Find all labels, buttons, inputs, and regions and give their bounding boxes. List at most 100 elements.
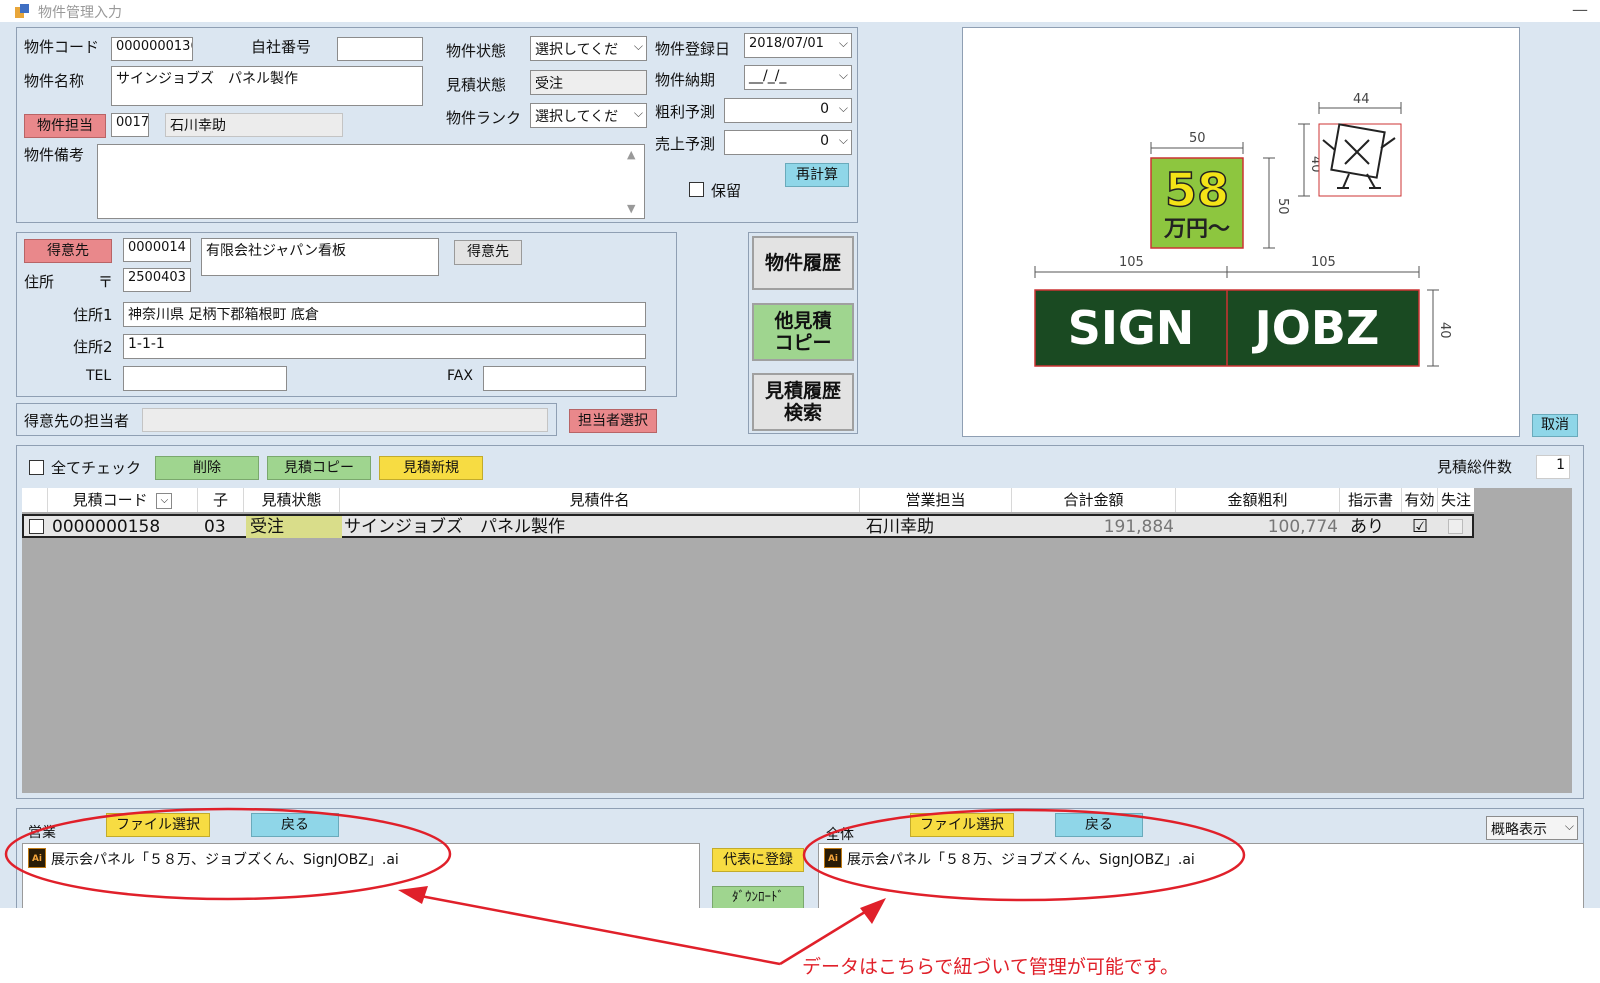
sales-forecast-select[interactable]: 0 ⌵	[724, 130, 852, 155]
property-code-label: 物件コード	[24, 38, 100, 56]
price-number: 58	[1165, 163, 1229, 217]
registration-date-label: 物件登録日	[655, 40, 731, 58]
all-file-list: Ai 展示会パネル「５８万、ジョブズくん、SignJOBZ」.ai	[818, 843, 1584, 908]
all-files-label: 全体	[826, 827, 854, 843]
price-unit: 万円～	[1163, 217, 1230, 242]
dim-44: 44	[1353, 92, 1370, 107]
address1-field[interactable]: 神奈川県 足柄下郡箱根町 底倉	[123, 302, 646, 327]
scroll-up-icon[interactable]: ▲	[627, 148, 635, 161]
property-name-field[interactable]: サインジョブズ パネル製作	[111, 66, 423, 106]
dim-105-right: 105	[1311, 255, 1336, 270]
register-representative-button[interactable]: 代表に登録	[712, 848, 804, 872]
delivery-date-picker[interactable]: __/_/_ ⌵	[744, 65, 852, 90]
scroll-down-icon[interactable]: ▼	[627, 202, 635, 215]
estimate-new-button[interactable]: 見積新規	[379, 456, 483, 480]
customer-name-field[interactable]: 有限会社ジャパン看板	[201, 238, 439, 276]
grid-header-sales: 営業担当	[860, 488, 1012, 512]
table-row[interactable]: 0000000158 03 受注 サインジョブズ パネル製作 石川幸助 191,…	[22, 514, 1474, 538]
contact-select-button[interactable]: 担当者選択	[569, 409, 657, 433]
grid-header-lost: 失注	[1438, 488, 1474, 512]
property-rank-label: 物件ランク	[446, 109, 522, 127]
zip-field[interactable]: 2500403	[123, 268, 191, 292]
app-icon	[15, 4, 29, 18]
logo-text-right: JOBZ	[1252, 301, 1380, 355]
property-owner-button[interactable]: 物件担当	[24, 114, 106, 138]
property-name-label: 物件名称	[24, 72, 85, 90]
customer-contact-field	[142, 408, 548, 432]
row-title: サインジョブズ パネル製作	[344, 517, 565, 537]
sales-back-button[interactable]: 戻る	[251, 813, 339, 837]
recalculate-button[interactable]: 再計算	[785, 163, 849, 187]
dim-50-top: 50	[1189, 131, 1206, 146]
all-back-button[interactable]: 戻る	[1055, 813, 1143, 837]
dim-50-side: 50	[1275, 198, 1290, 215]
cancel-button[interactable]: 取消	[1532, 414, 1578, 437]
logo-text-left: SIGN	[1068, 301, 1195, 355]
chevron-down-icon: ⌵	[838, 101, 848, 115]
estimate-total-label: 見積総件数	[1437, 458, 1513, 476]
address2-label: 住所2	[73, 338, 113, 356]
estimate-copy-button[interactable]: 見積コピー	[267, 456, 371, 480]
fax-label: FAX	[447, 368, 473, 384]
row-total: 191,884	[1103, 517, 1174, 537]
filter-dropdown-icon[interactable]: ⌵	[156, 492, 173, 509]
profit-forecast-label: 粗利予測	[655, 103, 716, 121]
view-mode-select[interactable]: 概略表示 ⌵	[1486, 816, 1578, 840]
sales-file-item[interactable]: 展示会パネル「５８万、ジョブズくん、SignJOBZ」.ai	[51, 849, 399, 869]
check-all-checkbox[interactable]	[29, 460, 44, 475]
sales-files-label: 営業	[28, 825, 56, 841]
property-rank-select[interactable]: 選択してくだ ⌵	[530, 103, 647, 128]
grid-header-total: 合計金額	[1012, 488, 1176, 512]
owner-code-field[interactable]: 0017	[111, 113, 149, 137]
annotation-text: データはこちらで紐づいて管理が可能です。	[802, 956, 1179, 978]
all-file-select-button[interactable]: ファイル選択	[910, 813, 1014, 837]
grid-header-code[interactable]: 見積コード ⌵	[48, 488, 198, 512]
sales-file-select-button[interactable]: ファイル選択	[106, 813, 210, 837]
property-remarks-field[interactable]	[97, 144, 645, 219]
row-status: 受注	[246, 516, 342, 538]
estimate-history-search-button[interactable]: 見積履歴 検索	[752, 373, 854, 431]
tel-field[interactable]	[123, 366, 287, 391]
estimate-status-field: 受注	[530, 70, 647, 95]
illustrator-file-icon: Ai	[824, 848, 842, 868]
property-code-field[interactable]: 0000000136	[111, 37, 193, 61]
grid-header-title: 見積件名	[340, 488, 860, 512]
registration-date-picker[interactable]: 2018/07/01 ⌵	[744, 33, 852, 58]
profit-forecast-select[interactable]: 0 ⌵	[724, 98, 852, 123]
download-button[interactable]: ﾀﾞｳﾝﾛｰﾄﾞ	[712, 886, 804, 908]
row-profit: 100,774	[1267, 517, 1338, 537]
delete-button[interactable]: 削除	[155, 456, 259, 480]
address1-label: 住所1	[73, 306, 113, 324]
tel-label: TEL	[86, 368, 112, 384]
property-status-label: 物件状態	[446, 42, 507, 60]
customer-code-field[interactable]: 0000014	[123, 238, 191, 262]
customer-search-button[interactable]: 得意先	[454, 240, 522, 265]
minimize-button[interactable]: —	[1572, 0, 1588, 19]
hold-checkbox[interactable]	[689, 182, 704, 197]
property-status-select[interactable]: 選択してくだ ⌵	[530, 36, 647, 61]
illustrator-file-icon: Ai	[28, 848, 46, 868]
address2-field[interactable]: 1-1-1	[123, 334, 646, 359]
grid-header-status: 見積状態	[244, 488, 340, 512]
customer-button[interactable]: 得意先	[24, 239, 112, 263]
row-instruction: あり	[1350, 517, 1384, 537]
window-title: 物件管理入力	[38, 5, 122, 21]
chevron-down-icon: ⌵	[1564, 819, 1574, 833]
customer-contact-label: 得意先の担当者	[24, 412, 130, 430]
grid-header-select	[22, 488, 48, 512]
property-history-button[interactable]: 物件履歴	[752, 236, 854, 290]
own-number-field[interactable]	[337, 37, 423, 61]
all-file-item[interactable]: 展示会パネル「５８万、ジョブズくん、SignJOBZ」.ai	[847, 849, 1195, 869]
row-sales: 石川幸助	[866, 517, 934, 537]
fax-field[interactable]	[483, 366, 646, 391]
row-code: 0000000158	[52, 517, 161, 537]
other-estimate-copy-button[interactable]: 他見積 コピー	[752, 303, 854, 361]
estimate-total-field: 1	[1536, 455, 1570, 479]
dim-105-left: 105	[1119, 255, 1144, 270]
row-checkbox[interactable]	[29, 519, 44, 534]
row-lost-checkbox[interactable]	[1448, 519, 1463, 534]
owner-name-field: 石川幸助	[165, 113, 343, 137]
row-valid-checkbox[interactable]: ☑	[1412, 516, 1436, 538]
check-all-label: 全てチェック	[51, 459, 142, 477]
preview-artwork: 50 44 105 105 50 40 40 58 万円～ SIGN JOBZ	[1034, 92, 1452, 367]
